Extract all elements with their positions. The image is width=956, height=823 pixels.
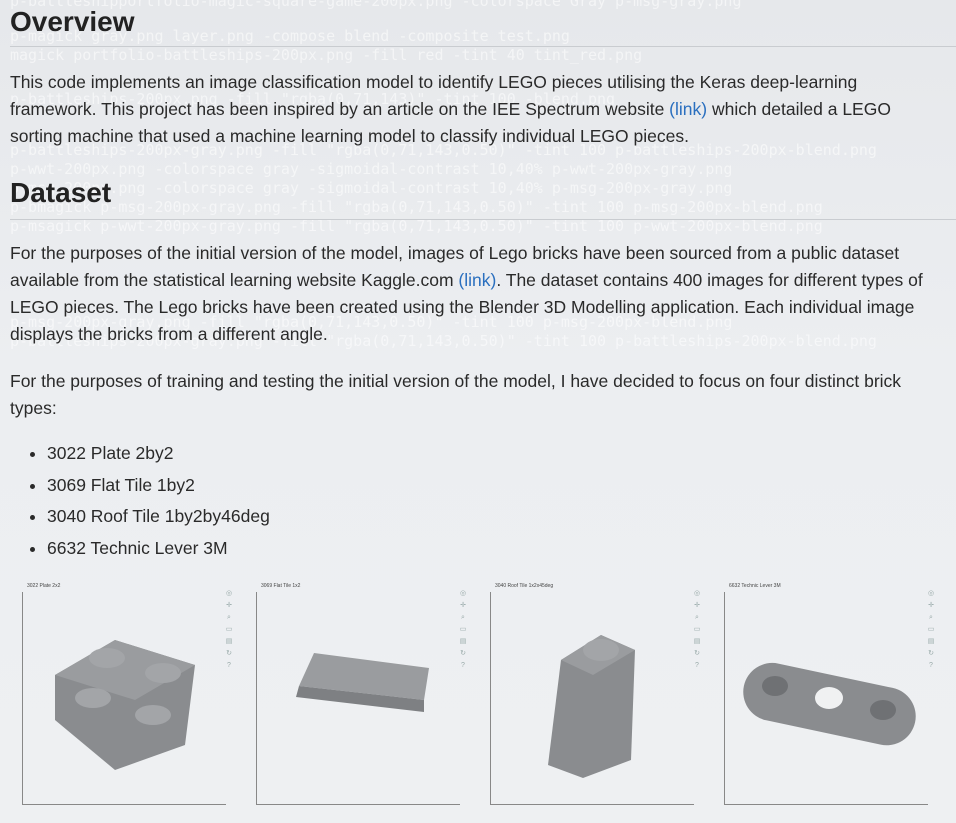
zoom-icon[interactable]: ⌕: [927, 614, 935, 622]
readme-content: Overview This code implements an image c…: [0, 0, 956, 823]
color-wheel-icon[interactable]: ◎: [459, 590, 467, 598]
save-icon[interactable]: ▤: [693, 638, 701, 646]
color-wheel-icon[interactable]: ◎: [693, 590, 701, 598]
help-icon[interactable]: ?: [459, 662, 467, 670]
pan-icon[interactable]: ✛: [459, 602, 467, 610]
list-item: 3069 Flat Tile 1by2: [47, 472, 270, 504]
list-item: 6632 Technic Lever 3M: [47, 535, 270, 567]
help-icon[interactable]: ?: [225, 662, 233, 670]
kaggle-link[interactable]: (link): [458, 270, 496, 290]
plot-toolbar: ◎ ✛ ⌕ ▭ ▤ ↻ ?: [225, 590, 235, 674]
save-icon[interactable]: ▤: [459, 638, 467, 646]
technic-lever-render: [743, 662, 916, 746]
plot-toolbar: ◎ ✛ ⌕ ▭ ▤ ↻ ?: [459, 590, 469, 674]
brick-image-technic-lever: 6632 Technic Lever 3M ◎ ✛ ⌕ ▭ ▤ ↻ ?: [707, 580, 941, 816]
box-zoom-icon[interactable]: ▭: [225, 626, 233, 634]
box-zoom-icon[interactable]: ▭: [693, 626, 701, 634]
heading-divider: [10, 46, 956, 47]
brick-image-gallery: 3022 Plate 2x2 ◎ ✛ ⌕ ▭ ▤ ↻ ? 3069 Flat T…: [0, 580, 956, 820]
zoom-icon[interactable]: ⌕: [459, 614, 467, 622]
brick-types-paragraph: For the purposes of training and testing…: [10, 371, 902, 418]
save-icon[interactable]: ▤: [225, 638, 233, 646]
zoom-icon[interactable]: ⌕: [693, 614, 701, 622]
heading-divider: [10, 219, 956, 220]
brick-image-roof-tile: 3040 Roof Tile 1x2x45deg ◎ ✛ ⌕ ▭ ▤ ↻ ?: [473, 580, 707, 816]
reset-icon[interactable]: ↻: [459, 650, 467, 658]
dataset-heading: Dataset: [10, 177, 112, 208]
plate-2x2-render: [55, 640, 195, 770]
roof-tile-render: [548, 635, 635, 778]
box-zoom-icon[interactable]: ▭: [927, 626, 935, 634]
list-item: 3022 Plate 2by2: [47, 440, 270, 472]
list-item: 3040 Roof Tile 1by2by46deg: [47, 503, 270, 535]
brick-image-flat-tile: 3069 Flat Tile 1x2 ◎ ✛ ⌕ ▭ ▤ ↻ ?: [239, 580, 473, 816]
reset-icon[interactable]: ↻: [693, 650, 701, 658]
plot-toolbar: ◎ ✛ ⌕ ▭ ▤ ↻ ?: [927, 590, 937, 674]
pan-icon[interactable]: ✛: [693, 602, 701, 610]
pan-icon[interactable]: ✛: [927, 602, 935, 610]
plot-toolbar: ◎ ✛ ⌕ ▭ ▤ ↻ ?: [693, 590, 703, 674]
reset-icon[interactable]: ↻: [225, 650, 233, 658]
zoom-icon[interactable]: ⌕: [225, 614, 233, 622]
color-wheel-icon[interactable]: ◎: [927, 590, 935, 598]
brick-image-plate-2x2: 3022 Plate 2x2 ◎ ✛ ⌕ ▭ ▤ ↻ ?: [5, 580, 239, 816]
overview-paragraph: This code implements an image classifica…: [10, 69, 946, 150]
help-icon[interactable]: ?: [927, 662, 935, 670]
color-wheel-icon[interactable]: ◎: [225, 590, 233, 598]
pan-icon[interactable]: ✛: [225, 602, 233, 610]
box-zoom-icon[interactable]: ▭: [459, 626, 467, 634]
brick-type-list: 3022 Plate 2by2 3069 Flat Tile 1by2 3040…: [22, 440, 270, 567]
save-icon[interactable]: ▤: [927, 638, 935, 646]
dataset-paragraph: For the purposes of the initial version …: [10, 240, 946, 348]
reset-icon[interactable]: ↻: [927, 650, 935, 658]
flat-tile-render: [296, 653, 429, 712]
ieee-spectrum-link[interactable]: (link): [669, 99, 707, 119]
help-icon[interactable]: ?: [693, 662, 701, 670]
overview-heading: Overview: [10, 6, 135, 37]
